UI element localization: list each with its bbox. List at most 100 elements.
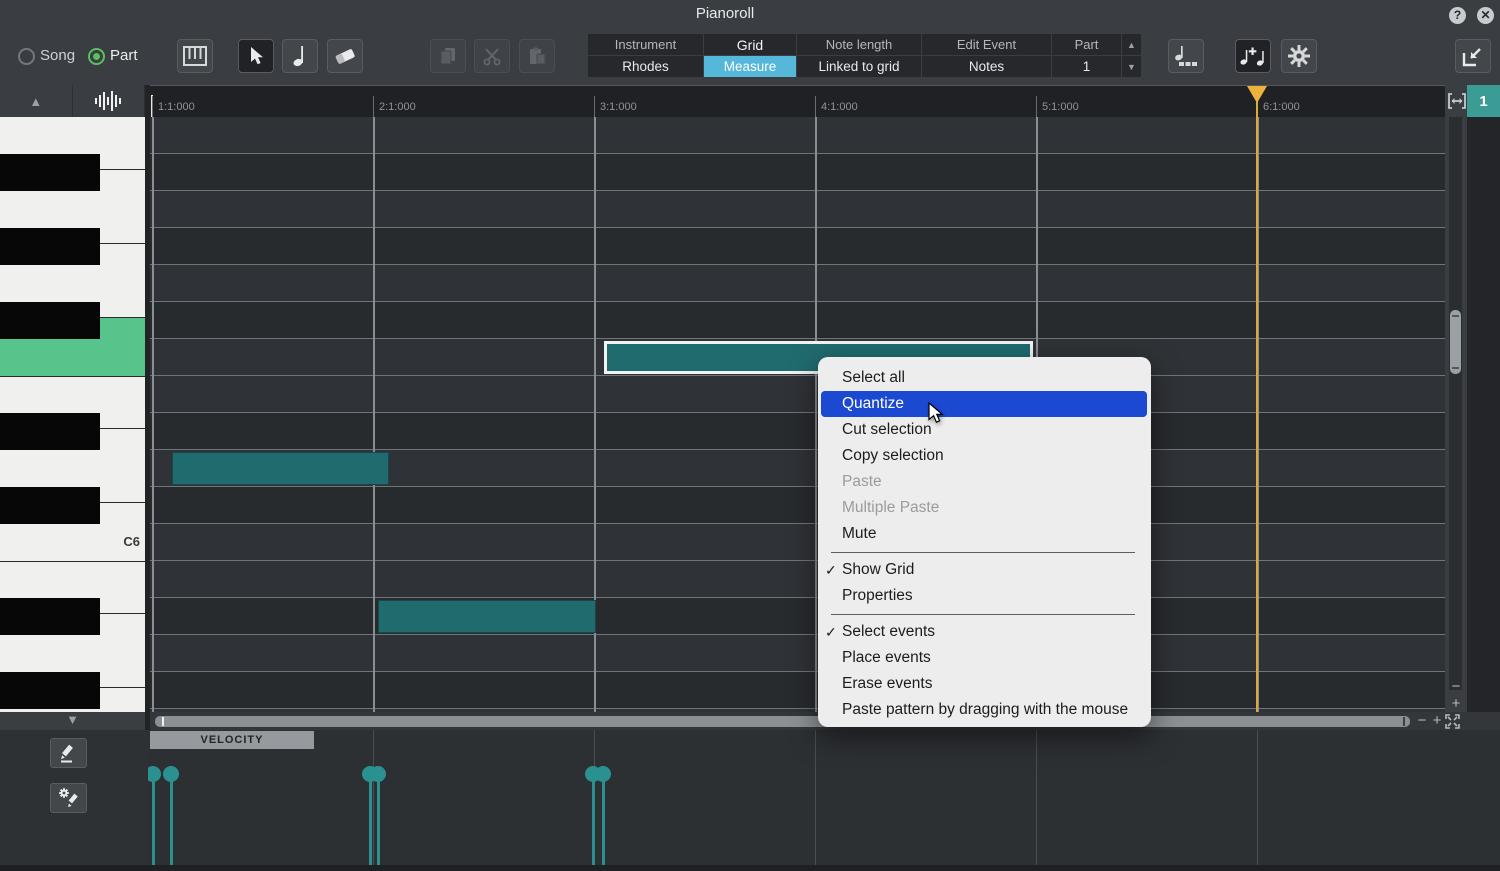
midi-note-D6[interactable] xyxy=(172,452,389,485)
menu-item-cut-selection[interactable]: Cut selection xyxy=(821,417,1147,443)
note-tool-button[interactable] xyxy=(282,39,318,73)
fit-width-button[interactable] xyxy=(1447,91,1467,111)
velocity-stem[interactable] xyxy=(369,774,372,866)
black-key[interactable] xyxy=(0,302,100,339)
black-key[interactable] xyxy=(0,598,100,635)
menu-item-show-grid[interactable]: ✓Show Grid xyxy=(821,557,1147,583)
black-key[interactable] xyxy=(0,228,100,265)
part-spinner-up[interactable]: ▲ xyxy=(1122,34,1142,56)
piano-key-B6[interactable] xyxy=(0,117,145,154)
velocity-handle[interactable] xyxy=(595,766,611,782)
grid-row-B6[interactable] xyxy=(150,117,1445,154)
grid-row-Ds6[interactable] xyxy=(150,413,1445,450)
vertical-scrollbar[interactable] xyxy=(1449,117,1462,690)
playhead-marker[interactable] xyxy=(1247,86,1267,103)
black-key[interactable] xyxy=(0,672,100,709)
velocity-handle[interactable] xyxy=(370,766,386,782)
scroll-keys-down-button[interactable]: ▼ xyxy=(0,712,145,730)
vertical-zoom-in-button[interactable]: + xyxy=(1448,697,1464,711)
column-header-note-length[interactable]: Note length xyxy=(797,34,922,56)
playhead-line[interactable] xyxy=(1256,88,1258,712)
add-note-mode-button[interactable] xyxy=(1235,39,1271,73)
grid-row-Gs5[interactable] xyxy=(150,672,1445,709)
velocity-handle[interactable] xyxy=(148,766,161,782)
keyboard-toggle-button[interactable] xyxy=(177,39,213,73)
piano-keyboard[interactable]: C6 xyxy=(0,117,145,712)
menu-item-erase-events[interactable]: Erase events xyxy=(821,671,1147,697)
grid-row-A5[interactable] xyxy=(150,635,1445,672)
menu-item-select-all[interactable]: Select all xyxy=(821,365,1147,391)
part-number-tile[interactable]: 1 xyxy=(1467,85,1500,117)
piano-key-Fs6[interactable] xyxy=(0,302,145,339)
vertical-scrollbar-thumb[interactable] xyxy=(1450,310,1461,374)
note-length-value[interactable]: Linked to grid xyxy=(797,56,922,78)
piano-key-Gs6[interactable] xyxy=(0,228,145,265)
velocity-stem[interactable] xyxy=(170,774,173,866)
part-spinner-down[interactable]: ▼ xyxy=(1122,56,1142,78)
black-key[interactable] xyxy=(0,154,100,191)
paste-button[interactable] xyxy=(519,39,555,73)
grid-row-Gs6[interactable] xyxy=(150,228,1445,265)
vertical-zoom-out-button[interactable]: − xyxy=(1448,680,1464,694)
settings-button[interactable] xyxy=(1281,39,1317,73)
horizontal-zoom-out-button[interactable]: − xyxy=(1414,714,1430,728)
menu-item-mute[interactable]: Mute xyxy=(821,521,1147,547)
grid-row-A6[interactable] xyxy=(150,191,1445,228)
velocity-stem[interactable] xyxy=(592,774,595,866)
part-radio[interactable] xyxy=(88,48,105,65)
horizontal-zoom-in-button[interactable]: + xyxy=(1429,714,1445,728)
expand-view-button[interactable] xyxy=(1445,714,1460,729)
menu-item-place-events[interactable]: Place events xyxy=(821,645,1147,671)
black-key[interactable] xyxy=(0,487,100,524)
column-header-edit-event[interactable]: Edit Event xyxy=(922,34,1052,56)
velocity-stem[interactable] xyxy=(602,774,605,866)
note-grid[interactable] xyxy=(150,117,1445,712)
velocity-stem[interactable] xyxy=(377,774,380,866)
select-tool-button[interactable] xyxy=(238,39,274,73)
grid-row-C6[interactable] xyxy=(150,524,1445,561)
horizontal-scrollbar-thumb[interactable] xyxy=(155,716,1410,727)
column-header-instrument[interactable]: Instrument xyxy=(588,34,704,56)
part-value[interactable]: 1 xyxy=(1052,56,1122,78)
help-button[interactable]: ? xyxy=(1449,7,1466,24)
instrument-value[interactable]: Rhodes xyxy=(588,56,704,78)
menu-item-multiple-paste[interactable]: Multiple Paste xyxy=(821,495,1147,521)
grid-row-G6[interactable] xyxy=(150,265,1445,302)
close-button[interactable]: ✕ xyxy=(1477,7,1494,24)
cut-button[interactable] xyxy=(474,39,510,73)
pattern-editor-button[interactable] xyxy=(1168,39,1204,73)
scroll-keys-up-button[interactable]: ▲ xyxy=(0,85,73,117)
piano-key-C6[interactable]: C6 xyxy=(0,524,145,562)
menu-item-paste[interactable]: Paste xyxy=(821,469,1147,495)
piano-key-Gs5[interactable] xyxy=(0,672,145,709)
grid-row-As5[interactable] xyxy=(150,598,1445,635)
column-header-part[interactable]: Part xyxy=(1052,34,1122,56)
grid-row-E6[interactable] xyxy=(150,376,1445,413)
piano-key-B5[interactable] xyxy=(0,561,145,598)
piano-key-D6[interactable] xyxy=(0,450,145,487)
piano-key-Cs6[interactable] xyxy=(0,487,145,524)
piano-key-A5[interactable] xyxy=(0,635,145,672)
grid-row-Fs6[interactable] xyxy=(150,302,1445,339)
piano-key-Ds6[interactable] xyxy=(0,413,145,450)
copy-button[interactable] xyxy=(430,39,466,73)
piano-key-As5[interactable] xyxy=(0,598,145,635)
column-header-grid[interactable]: Grid xyxy=(704,34,797,56)
menu-item-paste-pattern-by-dragging-with-the-mouse[interactable]: Paste pattern by dragging with the mouse xyxy=(821,697,1147,723)
piano-key-E6[interactable] xyxy=(0,376,145,413)
piano-key-F6[interactable] xyxy=(0,339,145,377)
velocity-handle[interactable] xyxy=(163,766,179,782)
song-radio[interactable] xyxy=(18,48,35,65)
menu-item-copy-selection[interactable]: Copy selection xyxy=(821,443,1147,469)
velocity-lane[interactable]: VELOCITY xyxy=(148,730,1500,871)
export-part-button[interactable] xyxy=(1455,39,1491,73)
menu-item-properties[interactable]: Properties xyxy=(821,583,1147,609)
velocity-settings-button[interactable] xyxy=(50,783,87,813)
velocity-draw-button[interactable] xyxy=(50,738,87,768)
piano-key-G6[interactable] xyxy=(0,265,145,302)
menu-item-select-events[interactable]: ✓Select events xyxy=(821,619,1147,645)
grid-row-As6[interactable] xyxy=(150,154,1445,191)
eraser-tool-button[interactable] xyxy=(327,39,363,73)
edit-event-value[interactable]: Notes xyxy=(922,56,1052,78)
menu-item-quantize[interactable]: Quantize xyxy=(821,391,1147,417)
